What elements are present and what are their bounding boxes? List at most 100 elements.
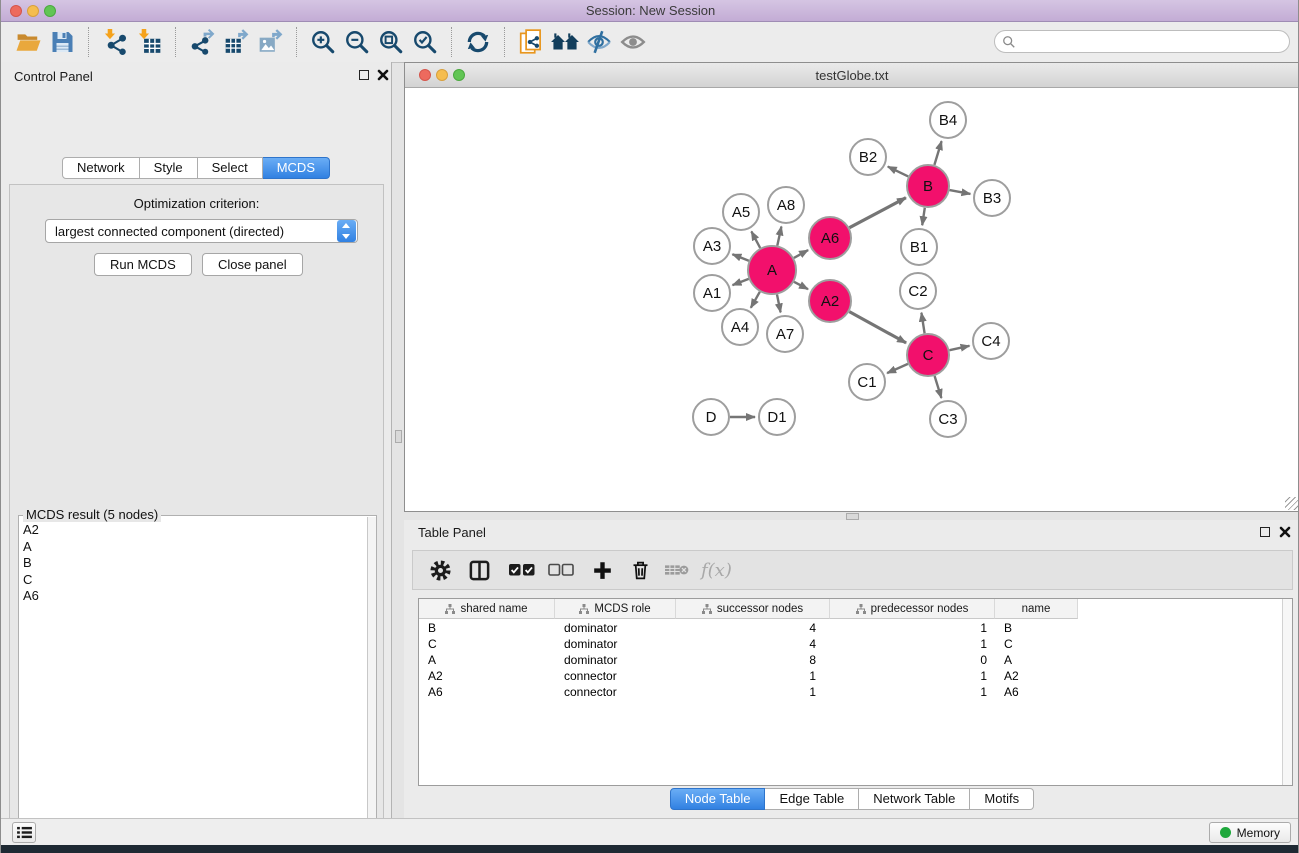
table-cell[interactable]: A6 (995, 685, 1078, 701)
graph-edge-C-C1[interactable] (887, 364, 908, 373)
graph-node-A5[interactable]: A5 (723, 194, 759, 230)
table-cell[interactable]: 1 (676, 669, 830, 685)
table-cell[interactable]: connector (555, 669, 676, 685)
result-list-scrollbar[interactable] (367, 517, 376, 849)
hide-selected-eye-icon[interactable] (582, 26, 616, 58)
graph-node-A3[interactable]: A3 (694, 228, 730, 264)
graph-node-D1[interactable]: D1 (759, 399, 795, 435)
zoom-fit-icon[interactable] (374, 26, 408, 58)
column-header-shared-name[interactable]: shared name (419, 599, 555, 619)
table-cell[interactable]: 8 (676, 653, 830, 669)
tab-style[interactable]: Style (140, 157, 198, 179)
result-list-item[interactable]: B (23, 555, 367, 572)
float-table-panel-icon[interactable] (1260, 527, 1270, 537)
graph-edge-A-A7[interactable] (777, 295, 781, 313)
graph-node-B2[interactable]: B2 (850, 139, 886, 175)
table-cell[interactable]: 1 (830, 621, 995, 637)
graph-node-A7[interactable]: A7 (767, 316, 803, 352)
open-file-icon[interactable] (11, 26, 45, 58)
optimization-criterion-select[interactable]: largest connected component (directed) (45, 219, 358, 243)
graph-node-C1[interactable]: C1 (849, 364, 885, 400)
graph-edge-A-A6[interactable] (794, 250, 808, 258)
memory-button[interactable]: Memory (1209, 822, 1291, 843)
result-list-item[interactable]: A (23, 539, 367, 556)
zoom-selected-icon[interactable] (408, 26, 442, 58)
table-cell[interactable]: C (995, 637, 1078, 653)
graph-node-C2[interactable]: C2 (900, 273, 936, 309)
graph-edge-A-A4[interactable] (751, 292, 760, 308)
tab-network-table[interactable]: Network Table (859, 788, 970, 810)
column-settings-gear-icon[interactable] (429, 557, 452, 583)
result-list-item[interactable]: C (23, 572, 367, 589)
table-cell[interactable]: B (995, 621, 1078, 637)
graph-node-A8[interactable]: A8 (768, 187, 804, 223)
table-cell[interactable]: dominator (555, 653, 676, 669)
graph-edge-A-A5[interactable] (751, 231, 760, 248)
graph-edge-C-C2[interactable] (921, 313, 924, 334)
tab-edge-table[interactable]: Edge Table (765, 788, 859, 810)
table-cell[interactable]: A2 (995, 669, 1078, 685)
table-cell[interactable]: dominator (555, 621, 676, 637)
graph-node-A2[interactable]: A2 (809, 280, 851, 322)
export-network-icon[interactable] (185, 26, 219, 58)
graph-edge-A-A8[interactable] (777, 227, 781, 246)
export-image-icon[interactable] (253, 26, 287, 58)
table-cell[interactable]: 1 (830, 669, 995, 685)
graph-node-A4[interactable]: A4 (722, 309, 758, 345)
window-resize-grip[interactable] (1285, 497, 1298, 510)
search-input[interactable] (1016, 32, 1289, 51)
delete-column-trash-icon[interactable] (630, 557, 651, 583)
table-cell[interactable]: 4 (676, 637, 830, 653)
network-window-titlebar[interactable]: testGlobe.txt (405, 63, 1299, 88)
table-cell[interactable]: 1 (830, 637, 995, 653)
export-table-icon[interactable] (219, 26, 253, 58)
task-history-button[interactable] (12, 822, 36, 843)
split-panel-icon[interactable] (468, 557, 491, 583)
zoom-out-icon[interactable] (340, 26, 374, 58)
table-cell[interactable]: A (419, 653, 555, 669)
save-session-icon[interactable] (45, 26, 79, 58)
column-header-predecessor-nodes[interactable]: predecessor nodes (830, 599, 995, 619)
graph-node-B3[interactable]: B3 (974, 180, 1010, 216)
graph-edge-B-B3[interactable] (950, 190, 971, 194)
import-table-icon[interactable] (132, 26, 166, 58)
table-row-A2[interactable]: A2connector11A2 (419, 669, 1282, 685)
graph-node-C[interactable]: C (907, 334, 949, 376)
graph-edge-A-A1[interactable] (733, 279, 749, 285)
table-cell[interactable]: A6 (419, 685, 555, 701)
table-cell[interactable]: dominator (555, 637, 676, 653)
deselect-all-checkboxes-icon[interactable] (548, 557, 574, 583)
graph-node-D[interactable]: D (693, 399, 729, 435)
table-cell[interactable]: 1 (676, 685, 830, 701)
vertical-splitter-grip[interactable] (395, 430, 402, 443)
tab-network[interactable]: Network (62, 157, 140, 179)
graph-node-C3[interactable]: C3 (930, 401, 966, 437)
graph-edge-C-C4[interactable] (950, 346, 970, 350)
close-panel-icon[interactable] (377, 69, 389, 81)
tab-node-table[interactable]: Node Table (670, 788, 766, 810)
table-row-A6[interactable]: A6connector11A6 (419, 685, 1282, 701)
horizontal-splitter-grip[interactable] (846, 513, 859, 520)
tab-motifs[interactable]: Motifs (970, 788, 1034, 810)
close-table-panel-icon[interactable] (1279, 526, 1291, 538)
select-all-checkboxes-icon[interactable] (509, 557, 535, 583)
table-cell[interactable]: C (419, 637, 555, 653)
table-row-B[interactable]: Bdominator41B (419, 621, 1282, 637)
import-network-icon[interactable] (98, 26, 132, 58)
graph-node-A[interactable]: A (748, 246, 796, 294)
table-cell[interactable]: connector (555, 685, 676, 701)
table-row-A[interactable]: Adominator80A (419, 653, 1282, 669)
graph-edge-A6-B[interactable] (849, 198, 906, 228)
delete-table-icon[interactable] (665, 557, 689, 583)
table-cell[interactable]: 1 (830, 685, 995, 701)
graph-edge-A-A3[interactable] (732, 254, 748, 261)
close-panel-button[interactable]: Close panel (202, 253, 303, 276)
table-cell[interactable]: B (419, 621, 555, 637)
graph-edge-A-A2[interactable] (794, 282, 808, 289)
add-column-icon[interactable] (592, 557, 613, 583)
column-header-successor-nodes[interactable]: successor nodes (676, 599, 830, 619)
graph-node-A6[interactable]: A6 (809, 217, 851, 259)
graph-node-A1[interactable]: A1 (694, 275, 730, 311)
show-all-eye-icon[interactable] (616, 26, 650, 58)
graph-edge-B-B4[interactable] (934, 141, 941, 165)
